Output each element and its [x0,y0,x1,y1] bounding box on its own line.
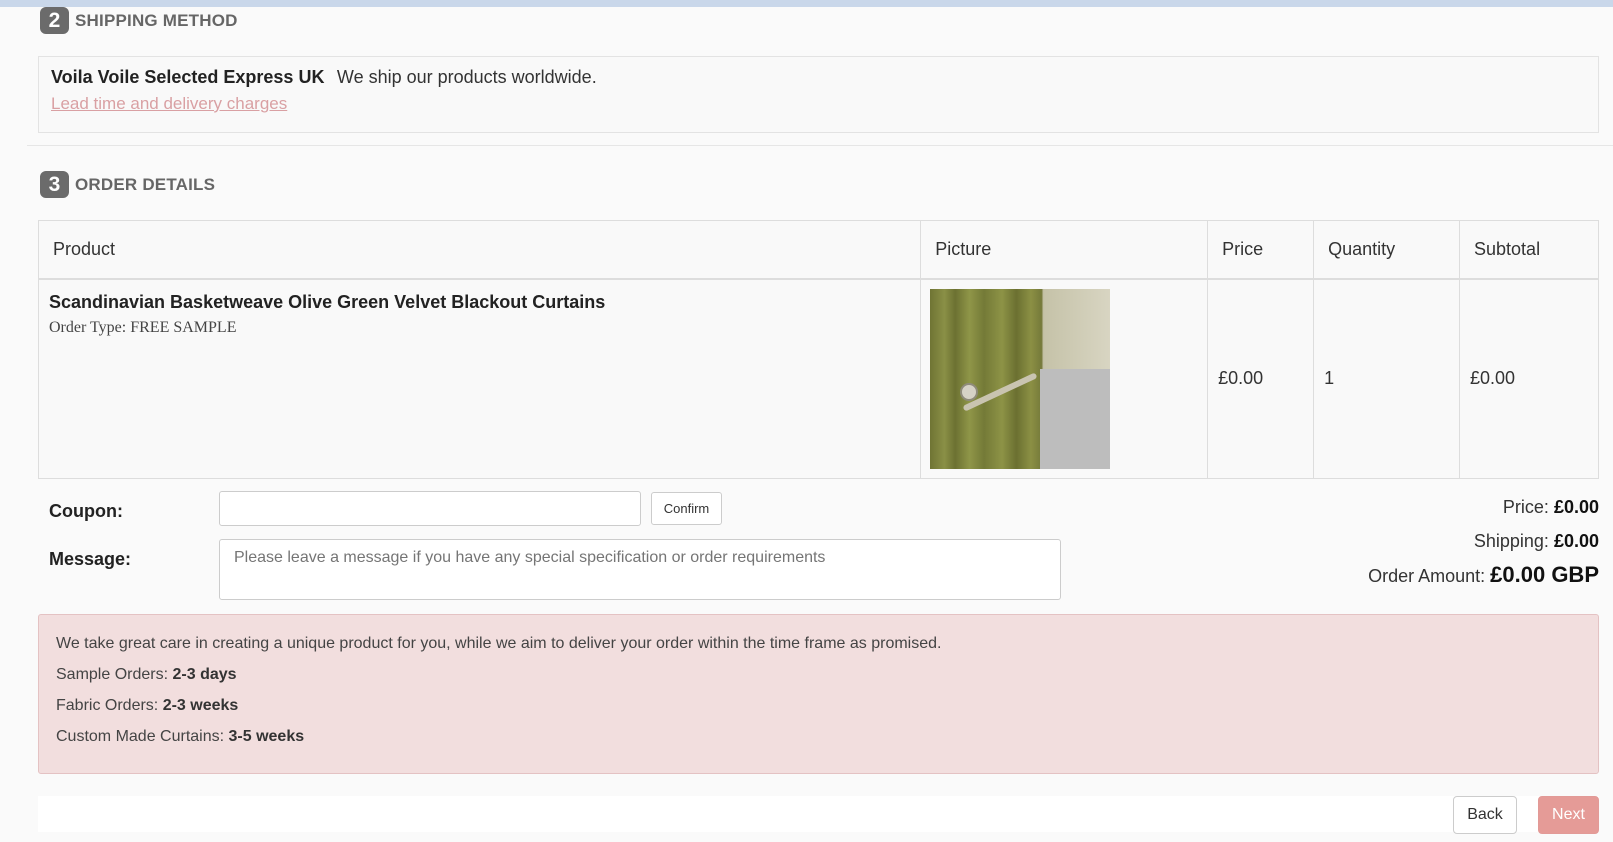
photo-tieback-knob [960,382,979,401]
table-row: Scandinavian Basketweave Olive Green Vel… [37,278,1599,479]
section-title: ORDER DETAILS [75,174,216,194]
order-amount: Order Amount: £0.00 GBP [1368,562,1599,588]
product-cell: Scandinavian Basketweave Olive Green Vel… [37,278,922,479]
notice-line-sample: Sample Orders: 2-3 days [56,666,237,683]
price-total-value: £0.00 [1553,497,1599,517]
photo-wall [1040,368,1111,469]
delivery-notice: We take great care in creating a unique … [38,614,1599,774]
column-header-price: Price [1207,220,1315,279]
next-button[interactable]: Next [1538,796,1599,834]
section-divider [27,145,1613,146]
shipping-total-value: £0.00 [1553,531,1599,551]
coupon-input[interactable] [219,491,641,526]
message-label: Message: [49,549,132,569]
column-header-picture: Picture [920,220,1209,279]
price-total-label: Price: [1502,497,1549,517]
column-header-subtotal: Subtotal [1459,220,1599,279]
curtain-product-photo[interactable] [930,288,1111,469]
order-type: Order Type: FREE SAMPLE [49,318,237,336]
coupon-label: Coupon: [49,501,123,521]
notice-intro: We take great care in creating a unique … [56,635,942,652]
order-section-header: 3 ORDER DETAILS [40,171,215,198]
price-cell: £0.00 [1207,278,1315,479]
shipping-section-header: 2 SHIPPING METHOD [40,7,238,34]
notice-line-fabric: Fabric Orders: 2-3 weeks [56,697,239,714]
price-total: Price: £0.00 [1503,497,1599,518]
column-header-product: Product [37,220,922,279]
confirm-coupon-button[interactable]: Confirm [651,492,722,525]
shipping-method-box: Voila Voile Selected Express UK We ship … [38,56,1599,133]
quantity-cell: 1 [1313,278,1461,479]
column-header-quantity: Quantity [1313,220,1461,279]
message-textarea[interactable] [219,539,1061,600]
step-badge: 2 [40,7,69,34]
section-title: SHIPPING METHOD [75,10,238,30]
shipping-total: Shipping: £0.00 [1474,531,1599,552]
footer-bar [38,796,1599,832]
lead-time-link[interactable]: Lead time and delivery charges [51,94,287,114]
notice-line-custom: Custom Made Curtains: 3-5 weeks [56,728,305,745]
shipping-total-label: Shipping: [1473,531,1549,551]
shipping-method-description: We ship our products worldwide. [336,67,597,87]
order-table: Product Picture Price Quantity Subtotal … [37,220,1599,479]
shipping-method-name: Voila Voile Selected Express UK [51,67,325,87]
step-badge: 3 [40,171,69,198]
order-amount-label: Order Amount: [1368,566,1486,586]
order-amount-value: £0.00 GBP [1490,562,1599,587]
picture-cell [920,278,1209,479]
window-top-strip [0,0,1613,7]
table-header-row: Product Picture Price Quantity Subtotal [37,220,1599,279]
back-button[interactable]: Back [1453,796,1517,834]
subtotal-cell: £0.00 [1459,278,1599,479]
product-name[interactable]: Scandinavian Basketweave Olive Green Vel… [49,292,910,313]
